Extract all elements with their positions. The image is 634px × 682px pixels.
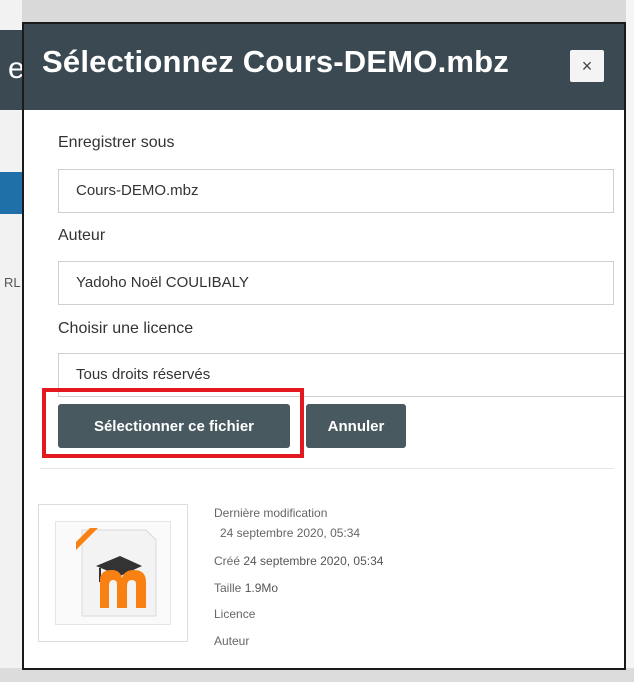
- dialog-header: Sélectionnez Cours-DEMO.mbz ×: [24, 24, 624, 110]
- save-as-input[interactable]: Cours-DEMO.mbz: [58, 169, 614, 213]
- size-label: Taille: [214, 581, 242, 595]
- created-label: Créé: [214, 554, 241, 568]
- author-label: Auteur: [58, 227, 106, 244]
- background-page-fragment: e RL: [0, 0, 25, 682]
- author-info-label: Auteur: [214, 634, 250, 648]
- created-row: Créé 24 septembre 2020, 05:34: [214, 554, 383, 568]
- background-text-fragment: RL: [4, 275, 21, 290]
- background-tab-fragment: [0, 172, 22, 214]
- cancel-button[interactable]: Annuler: [306, 404, 406, 448]
- last-modified-value: 24 septembre 2020, 05:34: [220, 526, 361, 540]
- background-top: [0, 0, 634, 22]
- file-thumbnail: [38, 504, 188, 642]
- background-right-edge: [626, 0, 634, 682]
- author-input[interactable]: Yadoho Noël COULIBALY: [58, 261, 614, 305]
- background-header-fragment: e: [0, 30, 25, 110]
- divider: [40, 468, 614, 469]
- background-bottom: [0, 668, 634, 682]
- last-modified-label: Dernière modification: [214, 506, 328, 520]
- created-value: 24 septembre 2020, 05:34: [243, 554, 384, 568]
- file-select-dialog: Sélectionnez Cours-DEMO.mbz × Enregistre…: [22, 22, 626, 670]
- size-row: Taille 1.9Mo: [214, 581, 278, 595]
- select-file-button[interactable]: Sélectionner ce fichier: [58, 404, 290, 448]
- close-button[interactable]: ×: [570, 50, 604, 82]
- size-value: 1.9Mo: [244, 581, 279, 595]
- moodle-backup-file-icon: [76, 528, 157, 617]
- save-as-label: Enregistrer sous: [58, 134, 175, 151]
- dialog-title: Sélectionnez Cours-DEMO.mbz: [42, 44, 510, 79]
- thumbnail-frame: [55, 521, 171, 625]
- license-label: Choisir une licence: [58, 320, 194, 337]
- license-info-label: Licence: [214, 607, 256, 621]
